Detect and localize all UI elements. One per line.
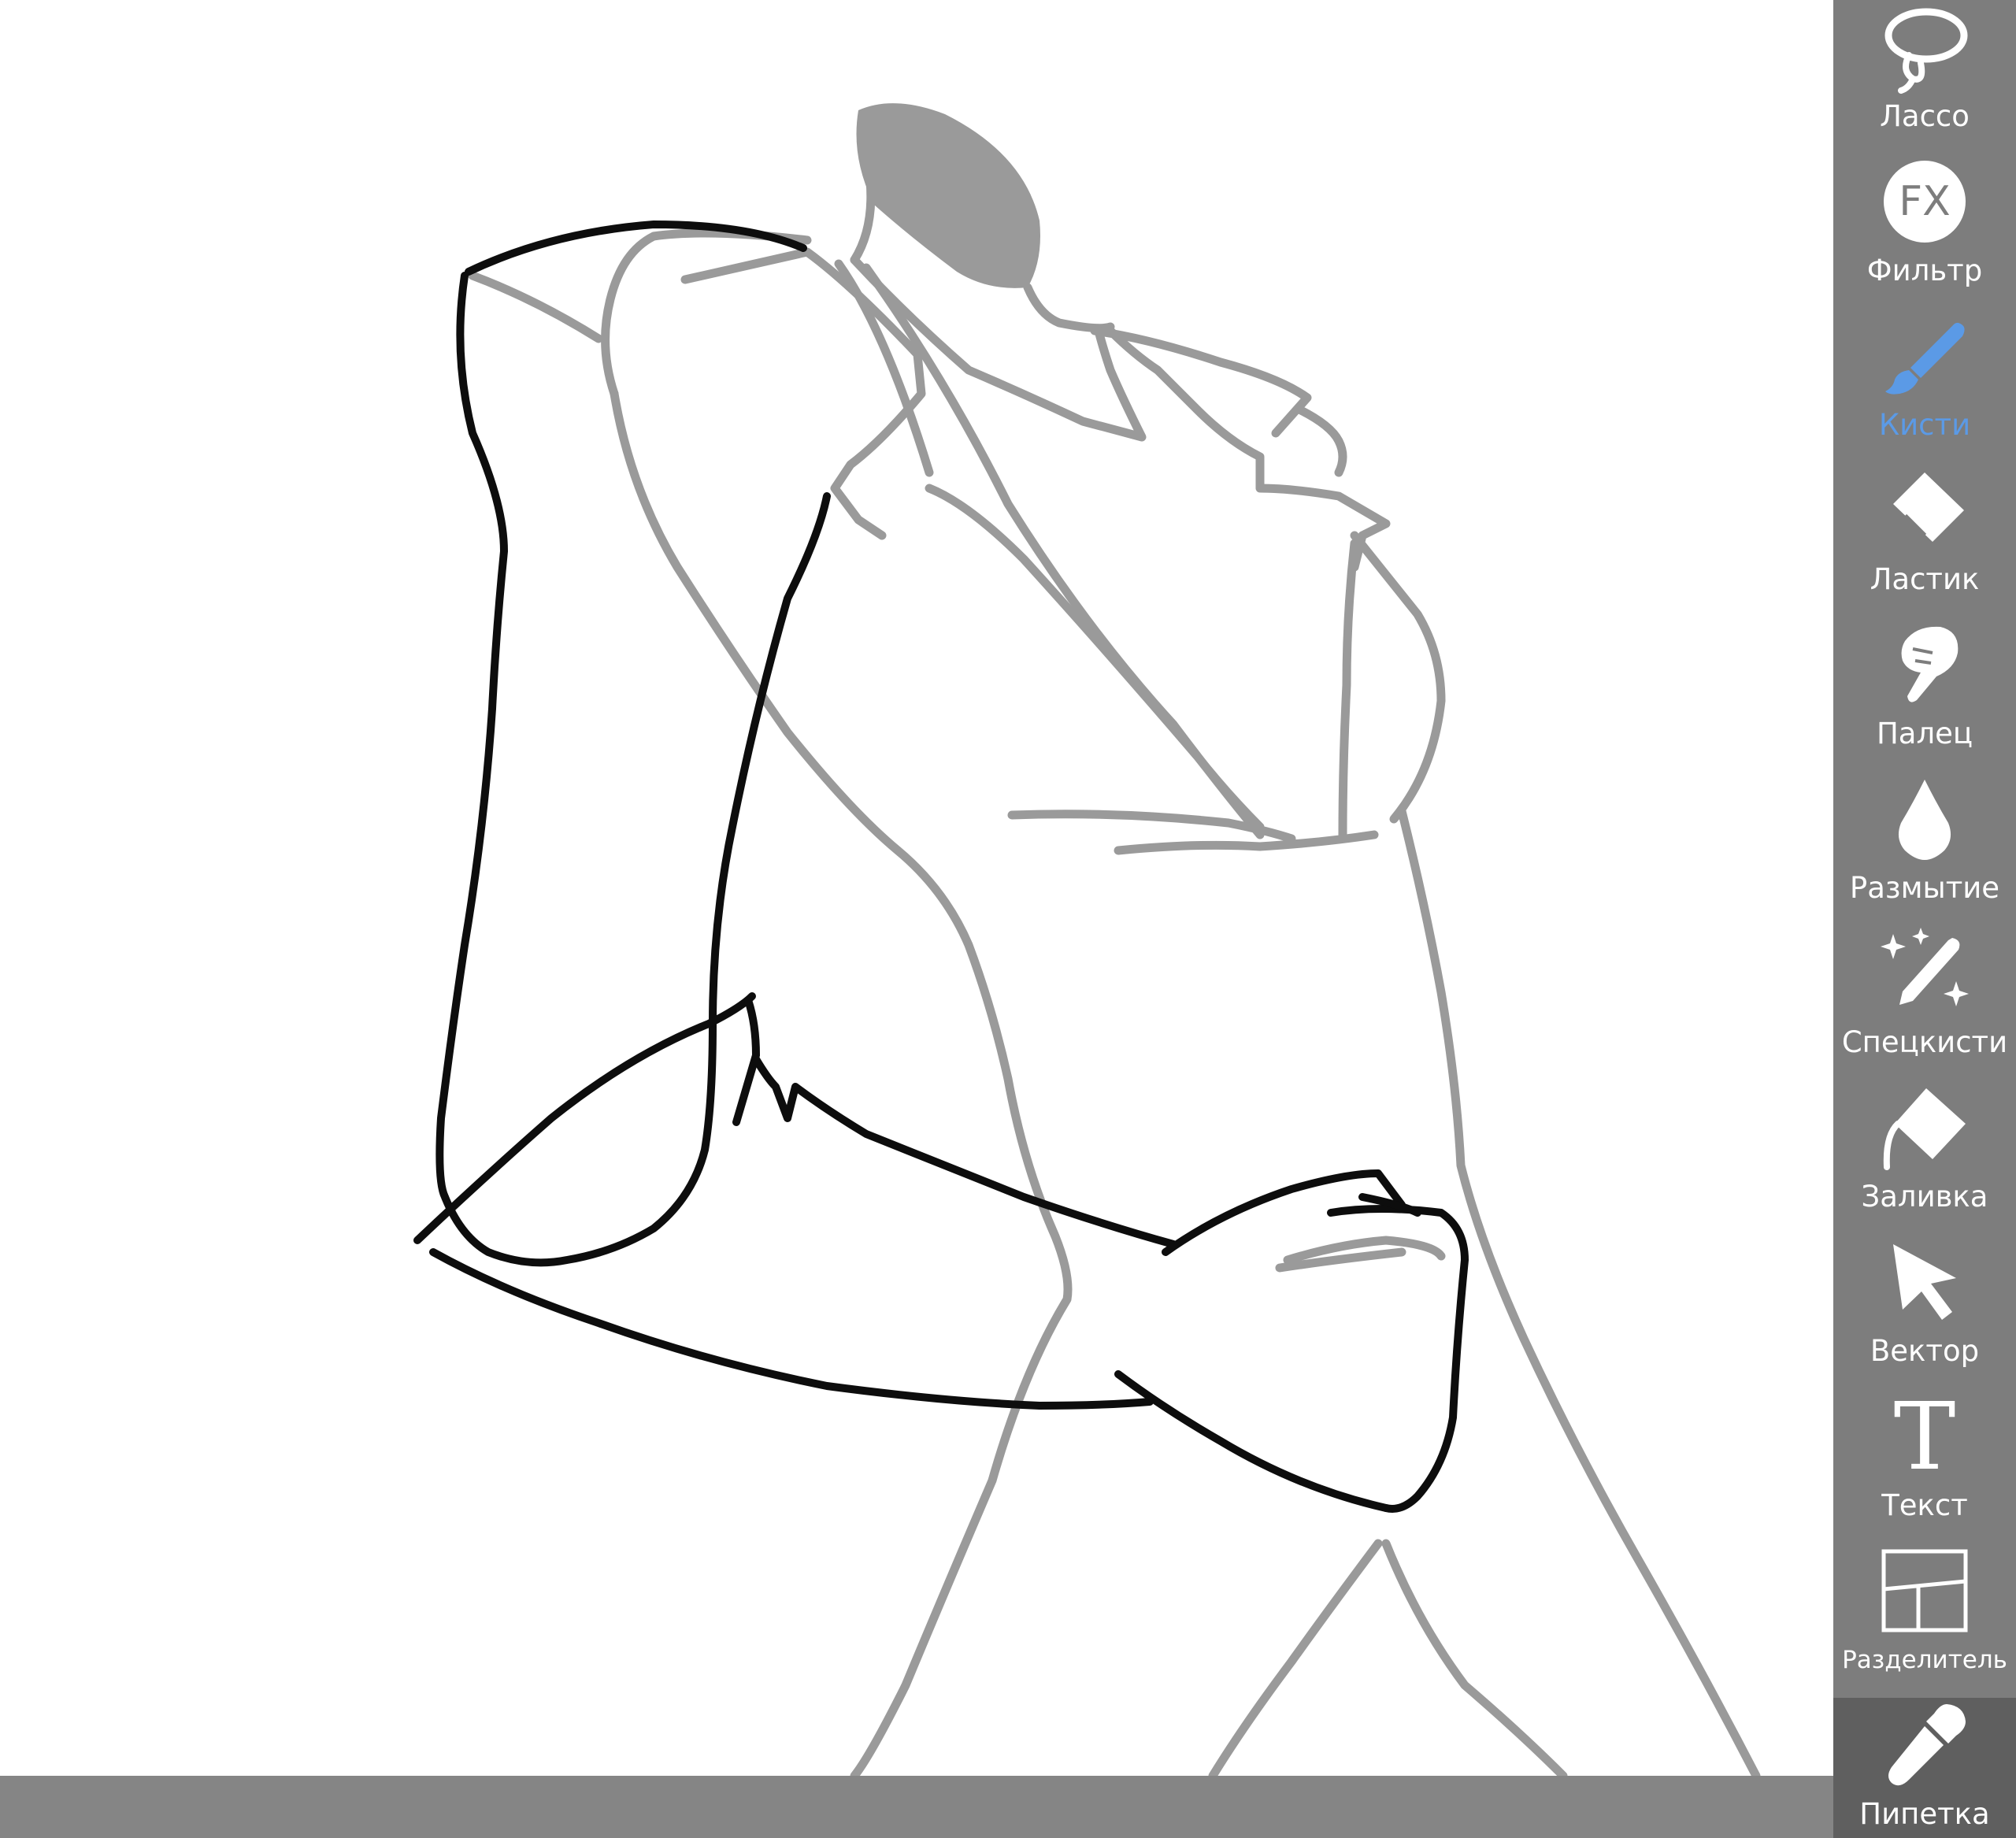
tool-palette: Лассо FX Фильтр Кисти Ластик Палец Размы… — [1833, 0, 2016, 1838]
tool-filter[interactable]: FX Фильтр — [1833, 154, 2016, 309]
tool-vector[interactable]: Вектор — [1833, 1235, 2016, 1389]
tool-special-brush[interactable]: Спецкисти — [1833, 926, 2016, 1080]
tool-text[interactable]: T Текст — [1833, 1389, 2016, 1543]
tool-label: Ластик — [1870, 562, 1980, 596]
drop-icon — [1877, 772, 1972, 866]
fx-icon: FX — [1877, 154, 1972, 249]
tool-label: Текст — [1881, 1488, 1968, 1522]
tool-lasso[interactable]: Лассо — [1833, 0, 2016, 154]
cursor-arrow-icon — [1877, 1235, 1972, 1329]
magic-pen-icon — [1877, 926, 1972, 1021]
bottom-bar — [0, 1776, 1833, 1838]
tool-label: Разделитель — [1842, 1646, 2007, 1674]
tool-eraser[interactable]: Ластик — [1833, 463, 2016, 617]
eyedropper-icon — [1877, 1698, 1972, 1792]
finger-icon — [1877, 617, 1972, 712]
frame-divider-icon — [1877, 1543, 1972, 1638]
tool-eyedropper[interactable]: Пипетка — [1833, 1698, 2016, 1838]
grey-sketch-layer — [468, 103, 1761, 1776]
tool-label: Фильтр — [1866, 254, 1983, 287]
tool-blur[interactable]: Размытие — [1833, 772, 2016, 926]
tool-brush[interactable]: Кисти — [1833, 309, 2016, 463]
tool-label: Пипетка — [1859, 1797, 1990, 1831]
eraser-icon — [1877, 463, 1972, 558]
lasso-icon — [1877, 0, 1972, 94]
tool-finger[interactable]: Палец — [1833, 617, 2016, 772]
tool-label: Вектор — [1870, 1334, 1980, 1368]
brush-icon — [1877, 309, 1972, 403]
fx-icon-text: FX — [1899, 178, 1951, 225]
sketch-drawing — [413, 103, 1761, 1776]
tool-label: Лассо — [1880, 99, 1970, 133]
text-icon: T — [1877, 1389, 1972, 1484]
tool-label: Палец — [1876, 717, 1973, 750]
tool-fill[interactable]: Заливка — [1833, 1080, 2016, 1235]
drawing-canvas[interactable] — [0, 0, 1833, 1776]
fill-bucket-icon — [1877, 1080, 1972, 1175]
tool-label: Кисти — [1878, 408, 1971, 442]
text-icon-glyph: T — [1893, 1382, 1956, 1491]
tool-label: Спецкисти — [1841, 1025, 2008, 1059]
tool-divider[interactable]: Разделитель — [1833, 1543, 2016, 1698]
tool-label: Заливка — [1861, 1180, 1988, 1214]
tool-label: Размытие — [1849, 871, 2000, 905]
